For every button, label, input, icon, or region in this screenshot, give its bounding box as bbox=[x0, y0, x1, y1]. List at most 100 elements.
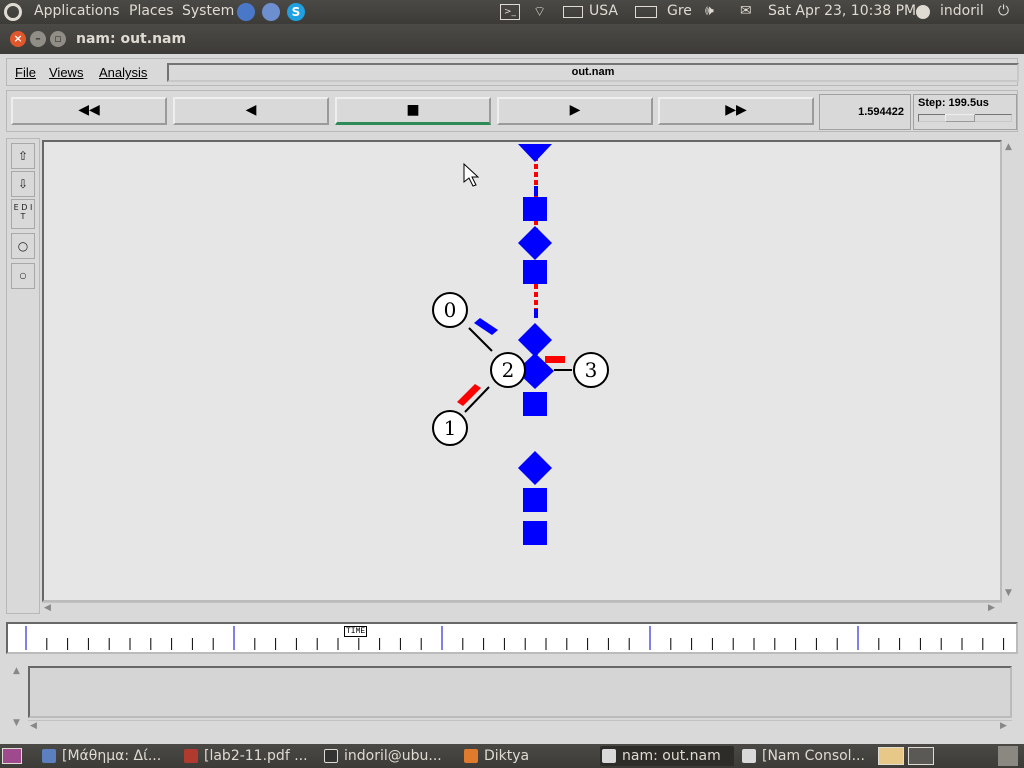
workspace-1-icon[interactable] bbox=[878, 747, 904, 765]
window-titlebar[interactable]: × – ▫ nam: out.nam bbox=[0, 24, 1024, 54]
maximize-icon[interactable]: ▫ bbox=[50, 31, 66, 47]
terminal-indicator-icon[interactable]: >_ bbox=[500, 4, 520, 20]
places-menu[interactable]: Places bbox=[129, 3, 174, 19]
task-label: nam: out.nam bbox=[622, 748, 721, 764]
task-icon bbox=[742, 749, 756, 763]
canvas-vertical-scrollbar[interactable]: ▲ ▼ bbox=[1002, 140, 1016, 602]
user-status-icon[interactable] bbox=[916, 5, 930, 19]
task-5[interactable]: [Nam Consol... bbox=[740, 746, 872, 766]
fast-forward-button[interactable]: ▶▶ bbox=[658, 97, 814, 125]
task-icon bbox=[324, 749, 338, 763]
packet-2-3 bbox=[545, 356, 565, 363]
system-menu[interactable]: System bbox=[182, 3, 234, 19]
animation-canvas[interactable]: 0 1 2 3 bbox=[42, 140, 1002, 602]
annotation-scroll-left-icon[interactable]: ◀ bbox=[30, 721, 37, 731]
scroll-down-icon[interactable]: ▼ bbox=[1005, 588, 1012, 598]
play-button[interactable]: ▶ bbox=[497, 97, 653, 125]
scroll-left-icon[interactable]: ◀ bbox=[44, 603, 51, 613]
node-0[interactable]: 0 bbox=[432, 292, 468, 328]
show-desktop-icon[interactable] bbox=[2, 748, 22, 764]
task-label: [lab2-11.pdf ... bbox=[204, 748, 308, 764]
annotation-vertical-scrollbar[interactable]: ▲ ▼ bbox=[10, 666, 24, 728]
step-control: Step: 199.5us bbox=[913, 94, 1017, 130]
packet-0-2 bbox=[474, 318, 498, 335]
mouse-cursor-icon bbox=[463, 162, 480, 187]
task-icon bbox=[184, 749, 198, 763]
menubar: File Views Analysis out.nam bbox=[6, 58, 1019, 86]
edit-button[interactable]: E D I T bbox=[11, 199, 35, 229]
node-1[interactable]: 1 bbox=[432, 410, 468, 446]
task-label: Diktya bbox=[484, 748, 530, 764]
step-slider[interactable] bbox=[918, 114, 1012, 122]
node-large-icon[interactable]: ○ bbox=[11, 233, 35, 259]
dropped-packet bbox=[523, 392, 547, 416]
chat-launcher-icon[interactable] bbox=[262, 3, 280, 21]
dropped-packet bbox=[523, 521, 547, 545]
analysis-menu-label: Analysis bbox=[99, 65, 148, 80]
clock[interactable]: Sat Apr 23, 10:38 PM bbox=[768, 3, 916, 19]
annotation-scroll-up-icon[interactable]: ▲ bbox=[13, 666, 20, 676]
annotation-horizontal-scrollbar[interactable]: ◀ ▶ bbox=[28, 720, 1012, 731]
skype-launcher-icon[interactable]: S bbox=[287, 3, 305, 21]
nam-window: File Views Analysis out.nam ◀◀ ◀ ■ ▶ ▶▶ … bbox=[0, 54, 1024, 744]
task-3[interactable]: Diktya bbox=[462, 746, 592, 766]
applications-menu[interactable]: Applications bbox=[34, 3, 120, 19]
step-back-button[interactable]: ◀ bbox=[173, 97, 329, 125]
window-title: nam: out.nam bbox=[76, 31, 187, 47]
task-label: indoril@ubu... bbox=[344, 748, 442, 764]
stop-button[interactable]: ■ bbox=[335, 97, 491, 125]
mail-icon[interactable]: ✉ bbox=[740, 3, 752, 19]
analysis-menu[interactable]: Analysis bbox=[99, 65, 147, 80]
node-label-3: 3 bbox=[585, 358, 598, 382]
file-menu-label: File bbox=[15, 65, 36, 80]
trash-icon[interactable] bbox=[998, 746, 1018, 766]
annotation-scroll-down-icon[interactable]: ▼ bbox=[13, 718, 20, 728]
keyboard2-icon[interactable] bbox=[635, 6, 657, 18]
dropped-packet bbox=[518, 323, 552, 357]
volume-icon[interactable]: 🕪 bbox=[705, 3, 714, 19]
step-slider-thumb[interactable] bbox=[945, 114, 975, 122]
current-time: 1.594422 bbox=[819, 94, 911, 130]
minimize-icon[interactable]: – bbox=[30, 31, 46, 47]
topology-svg: 0 1 2 3 bbox=[432, 144, 609, 545]
close-icon[interactable]: × bbox=[10, 31, 26, 47]
power-icon[interactable]: ⏻ bbox=[998, 3, 1009, 19]
dropped-packet bbox=[518, 451, 552, 485]
workspace-2-icon[interactable] bbox=[908, 747, 934, 765]
annotation-scroll-right-icon[interactable]: ▶ bbox=[1000, 721, 1007, 731]
timeline-slider[interactable]: TIME bbox=[6, 622, 1018, 654]
node-label-0: 0 bbox=[444, 298, 457, 322]
packet-1-2 bbox=[457, 384, 481, 406]
filename-display: out.nam bbox=[167, 63, 1019, 82]
keyboard-layout-label[interactable]: USA bbox=[589, 3, 618, 19]
node-label-1: 1 bbox=[444, 416, 457, 440]
file-menu[interactable]: File bbox=[15, 65, 36, 80]
canvas-horizontal-scrollbar[interactable]: ◀ ▶ bbox=[42, 602, 1002, 614]
keyboard-icon[interactable] bbox=[563, 6, 583, 18]
browser-launcher-icon[interactable] bbox=[237, 3, 255, 21]
top-panel: Applications Places System S >_ ⌔ USA Gr… bbox=[0, 0, 1024, 24]
scroll-up-icon[interactable]: ▲ bbox=[1005, 142, 1012, 152]
node-small-icon[interactable]: ○ bbox=[11, 263, 35, 289]
user-name[interactable]: indoril bbox=[940, 3, 984, 19]
ubuntu-logo-icon[interactable] bbox=[4, 3, 22, 21]
task-icon bbox=[602, 749, 616, 763]
timeline-time-marker[interactable]: TIME bbox=[344, 626, 368, 637]
zoom-in-icon[interactable]: ⇧ bbox=[11, 143, 35, 169]
zoom-out-icon[interactable]: ⇩ bbox=[11, 171, 35, 197]
node-2[interactable]: 2 bbox=[490, 352, 526, 388]
dropped-packet bbox=[523, 488, 547, 512]
rewind-button[interactable]: ◀◀ bbox=[11, 97, 167, 125]
views-menu[interactable]: Views bbox=[49, 65, 83, 80]
task-1[interactable]: [lab2-11.pdf ... bbox=[182, 746, 312, 766]
keyboard2-layout-label[interactable]: Gre bbox=[667, 3, 692, 19]
scroll-right-icon[interactable]: ▶ bbox=[988, 603, 995, 613]
task-4[interactable]: nam: out.nam bbox=[600, 746, 734, 766]
node-3[interactable]: 3 bbox=[573, 352, 609, 388]
annotation-list[interactable] bbox=[28, 666, 1012, 718]
task-0[interactable]: [Μάθημα: Δί... bbox=[40, 746, 176, 766]
task-2[interactable]: indoril@ubu... bbox=[322, 746, 452, 766]
wifi-icon[interactable]: ⌔ bbox=[533, 3, 546, 21]
task-icon bbox=[42, 749, 56, 763]
folder-icon bbox=[464, 749, 478, 763]
